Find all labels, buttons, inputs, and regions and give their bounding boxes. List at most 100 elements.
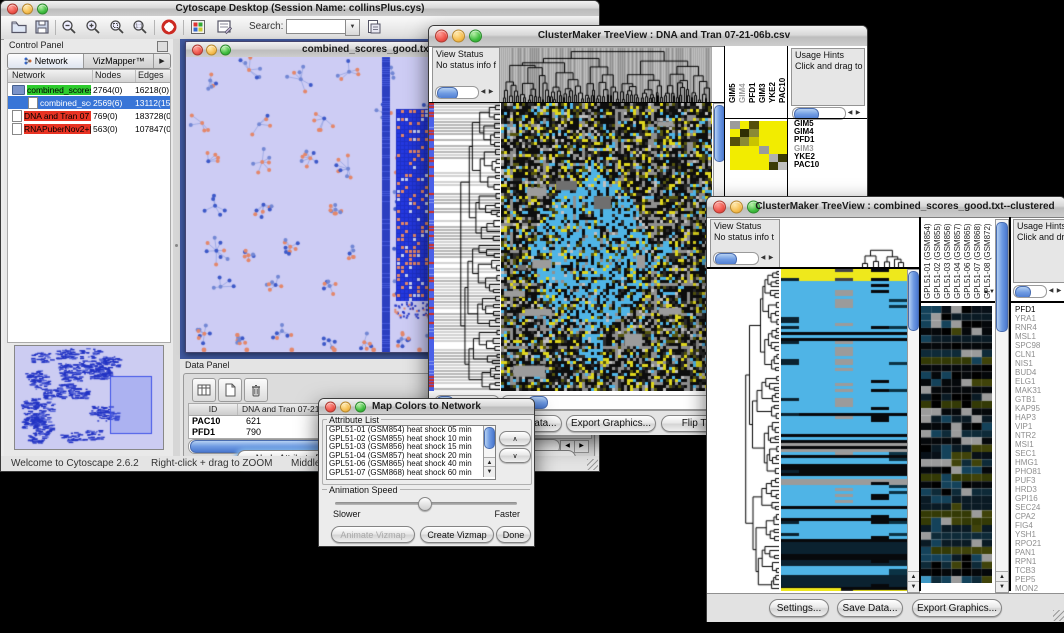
network-table-row[interactable]: DNA and Tran 07769(0)183728(0) <box>8 109 170 122</box>
gene-label[interactable]: HAP3 <box>1015 413 1063 422</box>
data-col-id[interactable]: ID <box>189 404 238 415</box>
gene-label[interactable]: GTB1 <box>1015 395 1063 404</box>
close-button[interactable] <box>435 30 448 43</box>
matrix-cell[interactable] <box>769 129 779 137</box>
network-overview-panel[interactable] <box>14 345 164 450</box>
tv2-gene-list[interactable]: PFD1YRA1RNR4MSL1SPC98CLN1NIS1BUD4ELG1MAK… <box>1015 305 1063 591</box>
tv2-hints-scrollbar[interactable]: ◀▶ <box>1013 285 1063 297</box>
matrix-cell[interactable] <box>769 146 779 154</box>
search-input[interactable] <box>286 19 346 34</box>
matrix-cell[interactable] <box>759 154 769 162</box>
network-table-row[interactable]: combined_scores2764(0)16218(0) <box>8 83 170 96</box>
matrix-cell[interactable] <box>759 137 769 145</box>
gene-label[interactable]: SEC1 <box>1015 449 1063 458</box>
tv2-status-scrollbar[interactable]: ◀▶ <box>713 252 775 264</box>
gene-label[interactable]: PEP5 <box>1015 575 1063 584</box>
gene-label[interactable]: VIP1 <box>1015 422 1063 431</box>
gene-label[interactable]: YRA1 <box>1015 314 1063 323</box>
gene-label[interactable]: ELG1 <box>1015 377 1063 386</box>
minimize-button[interactable] <box>730 201 743 214</box>
tv2-titlebar[interactable]: ClusterMaker TreeView : combined_scores_… <box>707 197 1064 218</box>
help-lifering-icon[interactable] <box>161 19 177 35</box>
gene-label[interactable]: MAK31 <box>1015 386 1063 395</box>
matrix-cell[interactable] <box>769 154 779 162</box>
matrix-cell[interactable] <box>730 162 740 170</box>
matrix-cell[interactable] <box>740 146 750 154</box>
matrix-cell[interactable] <box>769 121 779 129</box>
close-button[interactable] <box>713 201 726 214</box>
table-mode-icon-button[interactable] <box>192 378 216 402</box>
gene-label[interactable]: GPI16 <box>1015 494 1063 503</box>
matrix-cell[interactable] <box>749 121 759 129</box>
col-header-nodes[interactable]: Nodes <box>93 70 136 82</box>
attribute-grid-icon[interactable] <box>190 19 206 35</box>
tv1-top-dendrogram[interactable] <box>500 47 712 102</box>
matrix-cell[interactable] <box>730 146 740 154</box>
matrix-cell[interactable] <box>759 146 769 154</box>
zoom-in-icon[interactable] <box>85 19 101 35</box>
tv2-save-data-button[interactable]: Save Data... <box>837 599 903 617</box>
attribute-list-vscroll[interactable]: ▲▼ <box>483 426 495 477</box>
gene-label[interactable]: PUF3 <box>1015 476 1063 485</box>
tv1-titlebar[interactable]: ClusterMaker TreeView : DNA and Tran 07-… <box>429 26 867 47</box>
tab-network[interactable]: Network <box>8 54 84 68</box>
gene-label[interactable]: CLN1 <box>1015 350 1063 359</box>
tab-vizmapper[interactable]: VizMapper™ <box>84 54 154 68</box>
gene-label[interactable]: TCB3 <box>1015 566 1063 575</box>
gene-label[interactable]: RNR4 <box>1015 323 1063 332</box>
gene-label[interactable]: PFD1 <box>1015 305 1063 314</box>
attribute-list[interactable]: GPL51-01 (GSM854) heat shock 05 minGPL51… <box>326 425 496 480</box>
matrix-cell[interactable] <box>749 137 759 145</box>
tv1-status-scrollbar[interactable]: ◀▶ <box>435 86 495 98</box>
gene-label[interactable]: MON2 <box>1015 584 1063 591</box>
matrix-cell[interactable] <box>769 137 779 145</box>
zoom-fit-icon[interactable]: 1:1 <box>132 19 148 35</box>
gene-label[interactable]: KAP95 <box>1015 404 1063 413</box>
matrix-cell[interactable] <box>759 162 769 170</box>
gene-label[interactable]: SEC24 <box>1015 503 1063 512</box>
gene-label[interactable]: YSH1 <box>1015 530 1063 539</box>
gene-label[interactable]: RPN1 <box>1015 557 1063 566</box>
scroll-right-arrow[interactable]: ▶ <box>574 440 589 453</box>
tv2-settings-button[interactable]: Settings... <box>769 599 829 617</box>
create-vizmap-button[interactable]: Create Vizmap <box>420 526 494 543</box>
dialog-titlebar[interactable]: Map Colors to Network <box>319 399 534 415</box>
network-table-header[interactable]: Network Nodes Edges <box>8 70 170 83</box>
matrix-cell[interactable] <box>759 121 769 129</box>
gene-label[interactable]: CPA2 <box>1015 512 1063 521</box>
matrix-cell[interactable] <box>759 129 769 137</box>
resize-grip[interactable] <box>587 459 598 470</box>
tv2-heatmap[interactable] <box>781 269 907 591</box>
done-button[interactable]: Done <box>496 526 531 543</box>
col-header-network[interactable]: Network <box>8 70 93 82</box>
gene-label[interactable]: RPO21 <box>1015 539 1063 548</box>
tv2-gene-dendrogram[interactable] <box>710 269 779 591</box>
attribute-list-item[interactable]: GPL51-07 (GSM868) heat shock 60 min <box>327 469 484 478</box>
trash-icon-button[interactable] <box>244 378 268 402</box>
search-dropdown-button[interactable]: ▼ <box>345 19 360 36</box>
gene-label[interactable]: NTR2 <box>1015 431 1063 440</box>
gene-label[interactable]: HRD3 <box>1015 485 1063 494</box>
annotation-form-icon[interactable] <box>216 19 232 35</box>
split-divider[interactable] <box>173 39 180 456</box>
zoom-out-icon[interactable] <box>61 19 77 35</box>
tv2-export-graphics-button[interactable]: Export Graphics... <box>912 599 1002 617</box>
gene-label[interactable]: BUD4 <box>1015 368 1063 377</box>
matrix-cell[interactable] <box>740 137 750 145</box>
tabs-overflow-button[interactable]: ▶ <box>154 54 170 68</box>
main-titlebar[interactable]: Cytoscape Desktop (Session Name: collins… <box>1 1 599 17</box>
animation-slider-thumb[interactable] <box>418 497 432 511</box>
gene-label[interactable]: PAN1 <box>1015 548 1063 557</box>
tv1-correlation-matrix[interactable] <box>730 121 788 170</box>
matrix-cell[interactable] <box>769 162 779 170</box>
gene-label[interactable]: MSI1 <box>1015 440 1063 449</box>
new-page-icon-button[interactable] <box>218 378 242 402</box>
matrix-cell[interactable] <box>730 154 740 162</box>
tv2-top-dendrogram[interactable] <box>780 219 907 267</box>
float-panel-icon[interactable] <box>157 41 168 52</box>
tv2-mini-heatmap[interactable] <box>921 306 992 583</box>
matrix-cell[interactable] <box>730 129 740 137</box>
gene-label[interactable]: HMG1 <box>1015 458 1063 467</box>
tv1-export-graphics-button[interactable]: Export Graphics... <box>566 415 656 432</box>
tv1-gene-dendrogram[interactable] <box>434 103 500 391</box>
